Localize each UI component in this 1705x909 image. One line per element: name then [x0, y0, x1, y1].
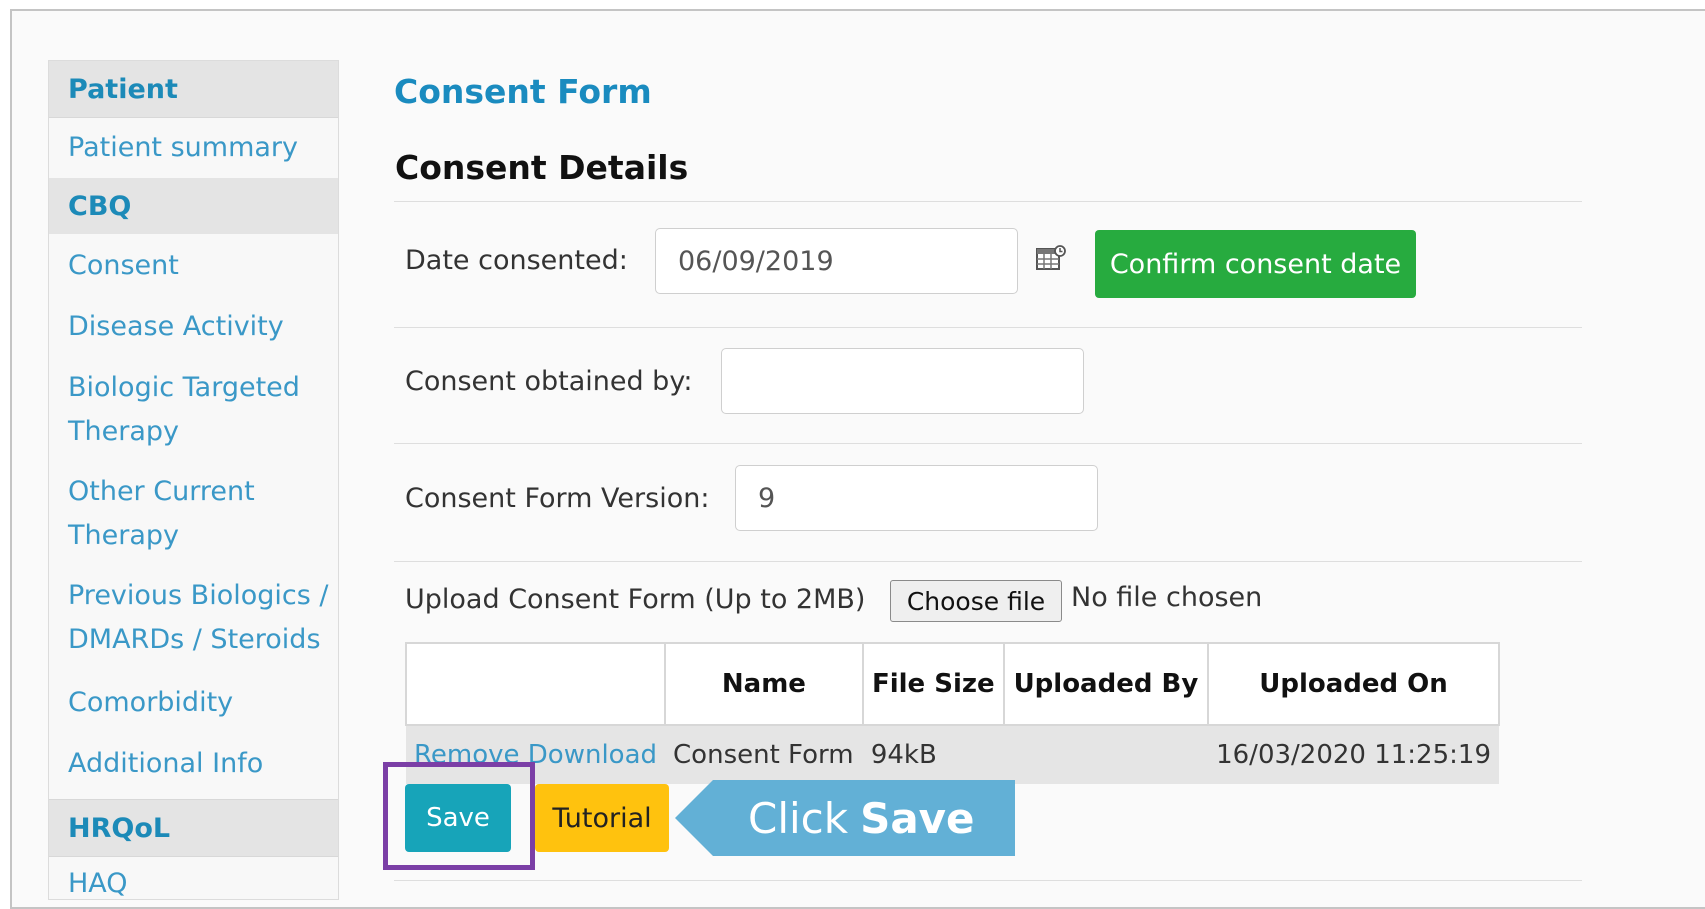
sidebar-item-biologic-targeted-therapy[interactable]: Biologic Targeted Therapy — [68, 366, 333, 454]
column-header-file-size: File Size — [861, 642, 1005, 726]
file-name-cell: Consent Form — [665, 725, 863, 784]
save-highlight-box — [383, 762, 535, 870]
sidebar-nav: Patient Patient summary CBQ Consent Dise… — [48, 60, 339, 900]
sidebar-item-label: Other Current — [68, 476, 255, 507]
sidebar-item-label: DMARDs / Steroids — [68, 624, 321, 655]
consent-form-version-label: Consent Form Version: — [405, 483, 710, 514]
sidebar-item-label: Biologic Targeted — [68, 372, 300, 403]
consent-obtained-by-label: Consent obtained by: — [405, 366, 693, 397]
sidebar-item-label: Therapy — [68, 520, 179, 551]
section-title: Consent Details — [395, 148, 689, 187]
tutorial-button[interactable]: Tutorial — [535, 784, 669, 852]
divider — [394, 443, 1582, 444]
divider — [394, 561, 1582, 562]
sidebar-item-other-current-therapy[interactable]: Other Current Therapy — [68, 470, 333, 558]
choose-file-button[interactable]: Choose file — [890, 580, 1062, 622]
no-file-chosen-text: No file chosen — [1071, 582, 1263, 613]
uploaded-files-table: Name File Size Uploaded By Uploaded On R… — [404, 642, 1500, 784]
uploaded-by-cell — [1003, 725, 1209, 784]
sidebar-item-label: Therapy — [68, 416, 179, 447]
upload-consent-form-label: Upload Consent Form (Up to 2MB) — [405, 584, 866, 615]
callout-text: Click Save — [748, 788, 975, 848]
consent-obtained-by-input[interactable] — [721, 348, 1084, 414]
sidebar-item-haq[interactable]: HAQ — [68, 862, 333, 906]
sidebar-header-cbq: CBQ — [49, 178, 338, 234]
sidebar-item-consent[interactable]: Consent — [68, 244, 333, 288]
consent-form-version-input[interactable]: 9 — [735, 465, 1098, 531]
sidebar-header-patient: Patient — [49, 61, 338, 117]
file-size-cell: 94kB — [862, 725, 1004, 784]
date-consented-input[interactable]: 06/09/2019 — [655, 228, 1018, 294]
sidebar-item-patient-summary[interactable]: Patient summary — [68, 126, 333, 170]
column-header-actions — [404, 642, 667, 726]
sidebar-item-comorbidity[interactable]: Comorbidity — [68, 681, 333, 725]
sidebar-item-disease-activity[interactable]: Disease Activity — [68, 305, 333, 349]
table-row: Remove Download Consent Form 94kB 16/03/… — [406, 725, 1499, 784]
column-header-name: Name — [664, 642, 864, 726]
sidebar-item-previous-biologics[interactable]: Previous Biologics / DMARDs / Steroids — [68, 574, 333, 662]
download-link[interactable]: Download — [528, 740, 657, 770]
page-title: Consent Form — [394, 72, 652, 111]
divider — [49, 856, 338, 857]
table-header-row: Name File Size Uploaded By Uploaded On — [404, 642, 1500, 726]
callout-prefix: Click — [748, 793, 849, 843]
confirm-consent-date-button[interactable]: Confirm consent date — [1095, 230, 1416, 298]
divider — [394, 880, 1582, 881]
column-header-uploaded-on: Uploaded On — [1207, 642, 1500, 726]
sidebar-item-label: Previous Biologics / — [68, 580, 329, 611]
calendar-icon[interactable] — [1036, 244, 1066, 274]
divider — [394, 327, 1582, 328]
date-consented-label: Date consented: — [405, 245, 628, 276]
callout-emphasis: Save — [860, 793, 975, 843]
sidebar-item-additional-info[interactable]: Additional Info — [68, 742, 333, 786]
divider — [394, 201, 1582, 202]
divider — [49, 117, 338, 118]
column-header-uploaded-by: Uploaded By — [1002, 642, 1210, 726]
sidebar-header-hrqol: HRQoL — [49, 800, 338, 856]
uploaded-on-cell: 16/03/2020 11:25:19 — [1208, 725, 1499, 784]
